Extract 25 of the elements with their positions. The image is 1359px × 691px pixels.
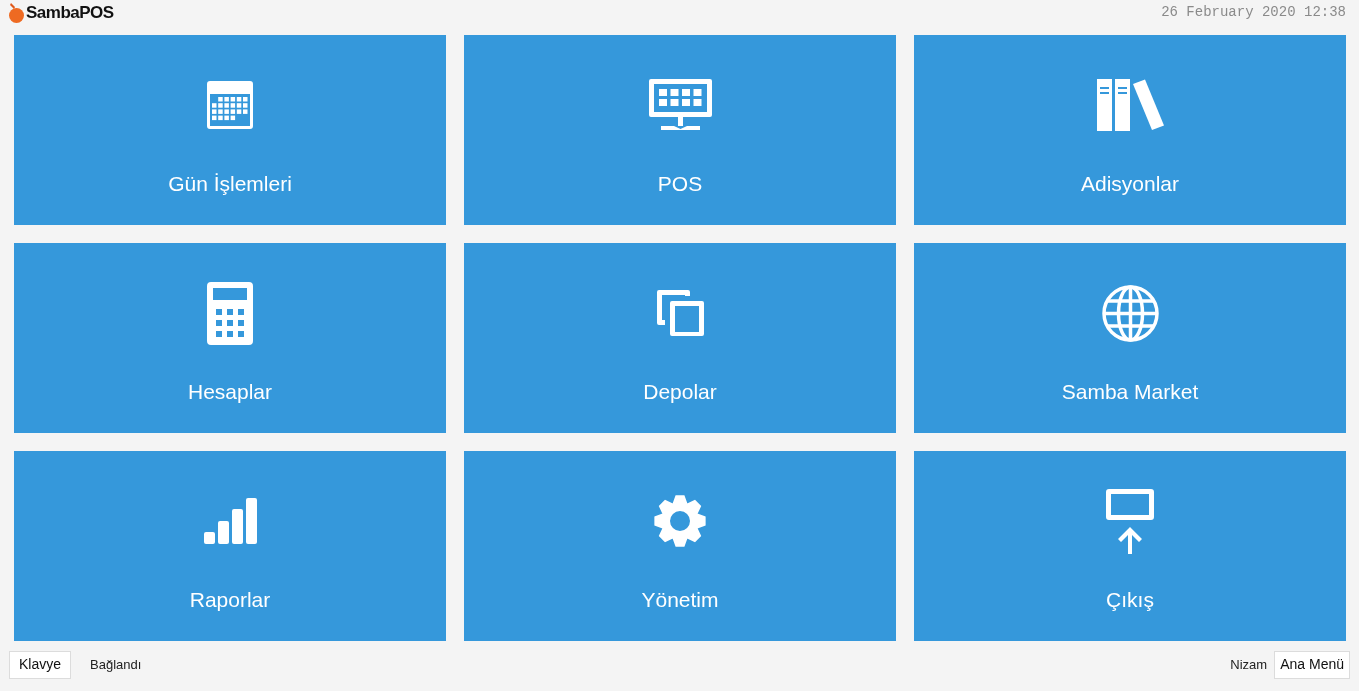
keyboard-button[interactable]: Klavye (9, 650, 72, 679)
menu-tile[interactable]: Samba Market (914, 243, 1346, 433)
menu-tile[interactable]: Raporlar (14, 451, 446, 641)
menu-tile[interactable]: POS (464, 35, 896, 225)
menu-tile[interactable]: Adisyonlar (914, 35, 1346, 225)
books-icon (1096, 79, 1164, 131)
user-name: Nizam (1230, 655, 1268, 674)
calendar-icon (207, 81, 253, 129)
app-name: SambaPOS (26, 1, 114, 24)
monitor-icon (648, 79, 712, 131)
logo-icon (8, 2, 24, 23)
bar-chart-icon (203, 498, 257, 544)
menu-tile[interactable]: Gün İşlemleri (14, 35, 446, 225)
menu-tile[interactable]: Depolar (464, 243, 896, 433)
date-time: 26 February 2020 12:38 (1161, 3, 1346, 22)
settings-icon (654, 495, 706, 547)
menu-tile[interactable]: Hesaplar (14, 243, 446, 433)
globe-icon (1101, 284, 1159, 342)
connection-status: Bağlandı (90, 655, 142, 674)
menu-tile[interactable]: Yönetim (464, 451, 896, 641)
screen-arrow-icon (1106, 488, 1154, 554)
main-menu-button[interactable]: Ana Menü (1274, 650, 1350, 679)
calculator-icon (207, 281, 253, 345)
menu-tile[interactable]: Çıkış (914, 451, 1346, 641)
copy-icon (656, 290, 704, 336)
